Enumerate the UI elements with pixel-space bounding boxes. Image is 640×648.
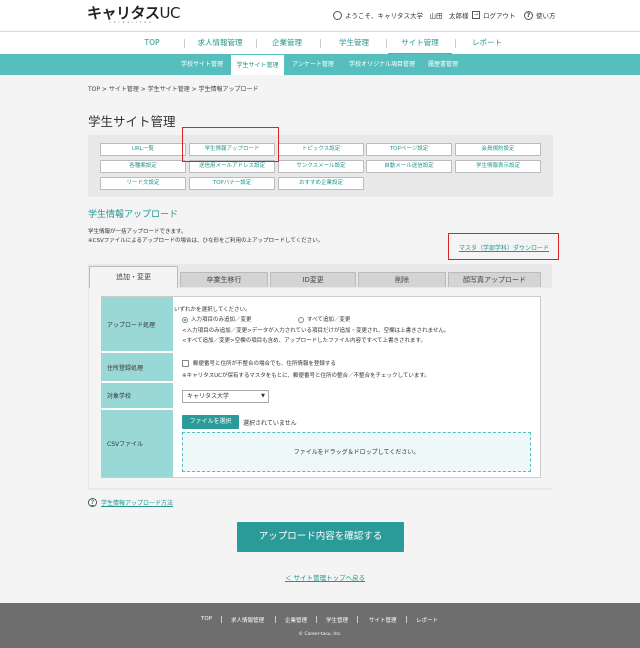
nav-divider (455, 39, 456, 48)
upload-help-link[interactable]: ? 学生情報アップロード方法 (88, 498, 173, 507)
main-nav: TOP 求人情報管理 企業管理 学生管理 サイト管理 レポート (0, 31, 640, 55)
main-nav-top[interactable]: TOP (130, 32, 174, 55)
nav-divider (256, 39, 257, 48)
section-note: ※CSVファイルによるアップロードの場合は、ひな形をご利用の上アップロードしてく… (88, 238, 324, 244)
footer-link-student[interactable]: 学生管理 (326, 616, 348, 624)
school-select[interactable]: キャリタス大学 ▼ (182, 390, 269, 403)
confirm-upload-button[interactable]: アップロード内容を確認する (237, 522, 404, 552)
address-note: ※キャリタスUCが保有するマスタをもとに、郵便番号と住所の整合／不整合をチェック… (182, 373, 430, 379)
menu-url-list[interactable]: URL一覧 (100, 143, 186, 156)
main-nav-company[interactable]: 企業管理 (262, 32, 312, 55)
footer-divider (406, 616, 407, 623)
upload-prompt: いずれかを選択してください。 (174, 307, 251, 313)
highlight-box (448, 233, 559, 260)
highlight-box (182, 127, 279, 162)
welcome-user: ようこそ、キャリタス大学 山田 太郎様 (333, 10, 469, 20)
menu-terms[interactable]: 会員規約設定 (455, 143, 541, 156)
upload-note-1: <入力項目のみ追加／変更>データが入力されている項目だけが追加・変更され、空欄は… (182, 328, 450, 334)
footer-divider (275, 616, 276, 623)
target-school-label: 対象学校 (101, 383, 173, 409)
page: キャリタスUC c a r e e r i t a s ようこそ、キャリタス大学… (0, 0, 640, 648)
menu-top-banner[interactable]: TOPバナー設定 (189, 177, 275, 190)
page-title: 学生サイト管理 (88, 114, 176, 129)
question-circle-icon: ? (524, 10, 533, 20)
sub-nav-original-items[interactable]: 学校オリジナル項目管理 (343, 54, 421, 75)
footer-link-top[interactable]: TOP (201, 616, 212, 622)
upload-note-2: <すべて追加／変更>空欄の項目も含め、アップロードしたファイル内容ですべて上書き… (182, 338, 426, 344)
radio-input-only[interactable]: 入力項目のみ追加／変更 (182, 315, 252, 323)
nav-divider (320, 39, 321, 48)
logout-icon: → (472, 11, 480, 19)
tab-delete[interactable]: 削除 (358, 272, 446, 287)
sub-nav-student-site[interactable]: 学生サイト管理 (231, 55, 284, 75)
logo[interactable]: キャリタスUC (87, 4, 181, 22)
menu-recommend-company[interactable]: おすすめ企業設定 (278, 177, 364, 190)
menu-auto-mail[interactable]: 自動メール送信設定 (366, 160, 452, 173)
checkbox-icon (182, 360, 189, 367)
logout-link[interactable]: → ログアウト (472, 10, 516, 20)
footer-divider (357, 616, 358, 623)
tab-graduate-transfer[interactable]: 卒業生移行 (180, 272, 268, 287)
address-process-label: 住所登録処理 (101, 353, 173, 382)
footer-link-company[interactable]: 企業管理 (285, 616, 307, 624)
breadcrumb[interactable]: TOP > サイト管理 > 学生サイト管理 > 学生情報アップロード (88, 84, 259, 93)
main-nav-job[interactable]: 求人情報管理 (190, 32, 250, 55)
menu-topics[interactable]: トピックス設定 (278, 143, 364, 156)
nav-divider (184, 39, 185, 48)
copyright: © Career-tasu, Inc. (298, 632, 342, 637)
file-drop-zone[interactable]: ファイルをドラッグ＆ドロップしてください。 (182, 432, 531, 472)
radio-selected-icon (182, 316, 188, 323)
footer-link-report[interactable]: レポート (416, 616, 438, 624)
help-label: 使い方 (536, 12, 556, 20)
address-checkbox-label: 郵便番号と住所が不整合の場合でも、住所情報を登録する (193, 361, 336, 367)
chevron-down-icon: ▼ (261, 393, 265, 399)
radio-all[interactable]: すべて追加／変更 (298, 315, 350, 323)
welcome-text: ようこそ、キャリタス大学 山田 太郎様 (345, 12, 469, 20)
radio-all-label: すべて追加／変更 (307, 317, 351, 323)
main-nav-student[interactable]: 学生管理 (326, 32, 382, 55)
logo-uc: UC (159, 4, 181, 22)
sub-nav-school-site[interactable]: 学校サイト管理 (174, 54, 230, 75)
back-to-site-top-link[interactable]: ＜ サイト管理トップへ戻る (285, 572, 365, 582)
footer-link-job[interactable]: 求人情報管理 (231, 616, 264, 624)
radio-input-only-label: 入力項目のみ追加／変更 (191, 317, 252, 323)
logo-subtext: c a r e e r i t a s (109, 20, 152, 24)
logout-label: ログアウト (483, 12, 516, 20)
footer-divider (316, 616, 317, 623)
nav-divider (386, 39, 387, 48)
help-link[interactable]: ? 使い方 (524, 10, 556, 20)
tab-photo-upload[interactable]: 顔写真アップロード (448, 272, 541, 287)
header: キャリタスUC c a r e e r i t a s ようこそ、キャリタス大学… (0, 0, 640, 30)
tab-add-change[interactable]: 追加・変更 (89, 266, 178, 288)
question-circle-icon: ? (88, 498, 97, 507)
menu-thanks-mail[interactable]: サンクスメール設定 (278, 160, 364, 173)
menu-student-display[interactable]: 学生情報表示設定 (455, 160, 541, 173)
section-title: 学生情報アップロード (88, 210, 179, 220)
sub-nav: 学校サイト管理 学生サイト管理 アンケート管理 学校オリジナル項目管理 履歴書管… (0, 54, 640, 75)
tab-id-change[interactable]: ID変更 (270, 272, 356, 287)
footer: TOP 求人情報管理 企業管理 学生管理 サイト管理 レポート (0, 603, 640, 648)
menu-top-page[interactable]: TOPページ設定 (366, 143, 452, 156)
file-status: 選択されていません (243, 420, 297, 427)
sub-nav-survey[interactable]: アンケート管理 (285, 54, 341, 75)
sub-nav-resume[interactable]: 履歴書管理 (422, 54, 464, 75)
main-nav-report[interactable]: レポート (460, 32, 514, 55)
upload-process-label: アップロード処理 (101, 297, 173, 352)
footer-link-site[interactable]: サイト管理 (369, 616, 397, 624)
school-select-value: キャリタス大学 (187, 393, 230, 400)
csv-file-label: CSVファイル (101, 410, 173, 477)
upload-help-label: 学生情報アップロード方法 (101, 500, 174, 507)
user-icon (333, 10, 342, 20)
menu-various[interactable]: 各種案設定 (100, 160, 186, 173)
footer-divider (221, 616, 222, 623)
menu-lead-text[interactable]: リード文設定 (100, 177, 186, 190)
address-checkbox[interactable]: 郵便番号と住所が不整合の場合でも、住所情報を登録する (182, 359, 336, 367)
choose-file-button[interactable]: ファイルを選択 (182, 415, 239, 429)
main-nav-site[interactable]: サイト管理 (388, 32, 452, 55)
section-desc: 学生情報が一括アップロードできます。 (88, 229, 187, 235)
radio-icon (298, 316, 304, 323)
